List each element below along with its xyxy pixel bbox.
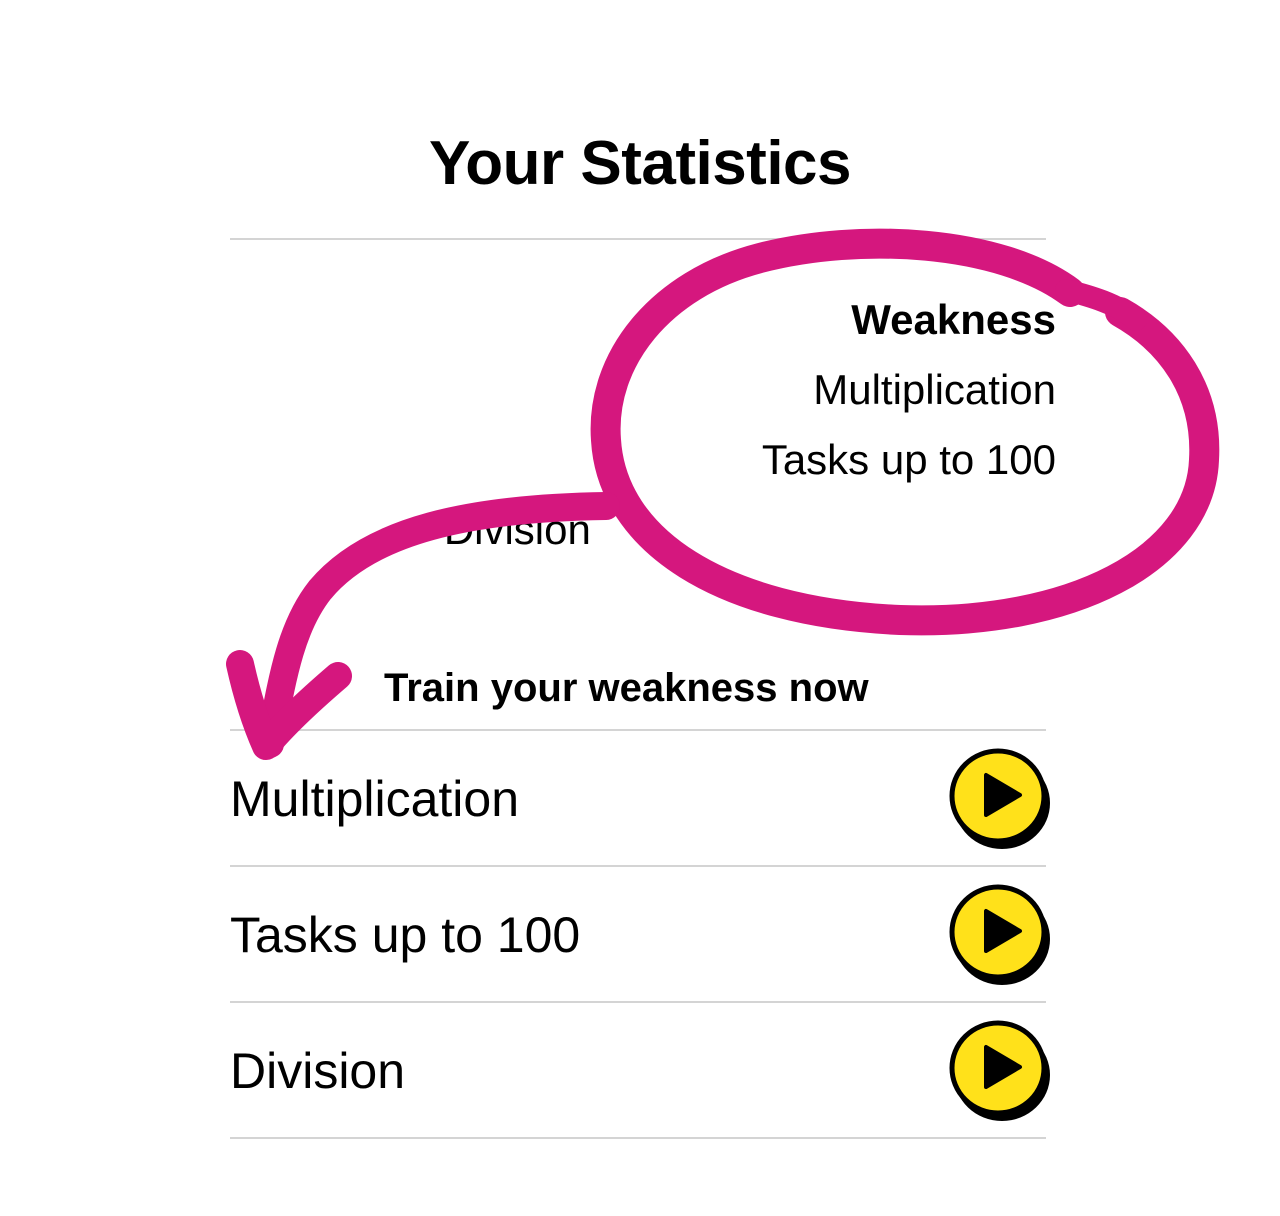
play-button[interactable] (948, 1015, 1052, 1123)
train-row-division[interactable]: Division (230, 1001, 1050, 1139)
train-row-label: Tasks up to 100 (230, 907, 581, 963)
divider (230, 238, 1046, 240)
play-button[interactable] (948, 879, 1052, 987)
play-button[interactable] (948, 743, 1052, 851)
weakness-item: Multiplication (813, 366, 1056, 413)
train-row-tasks-up-to-100[interactable]: Tasks up to 100 (230, 865, 1050, 1001)
train-row-multiplication[interactable]: Multiplication (230, 729, 1050, 865)
train-row-label: Multiplication (230, 771, 520, 827)
train-row-label: Division (230, 1043, 406, 1099)
page-title: Your Statistics (428, 129, 852, 198)
highlight-circle-tail (1055, 279, 1147, 331)
train-heading: Train your weakness now (384, 666, 869, 710)
train-list: Multiplication Tasks up to 100 Division (230, 729, 1050, 1139)
weakness-heading: Weakness (851, 296, 1056, 343)
weakness-panel: Weakness Multiplication Tasks up to 100 … (444, 292, 1056, 572)
weakness-item: Division (443, 506, 591, 553)
weakness-item: Tasks up to 100 (761, 436, 1056, 483)
